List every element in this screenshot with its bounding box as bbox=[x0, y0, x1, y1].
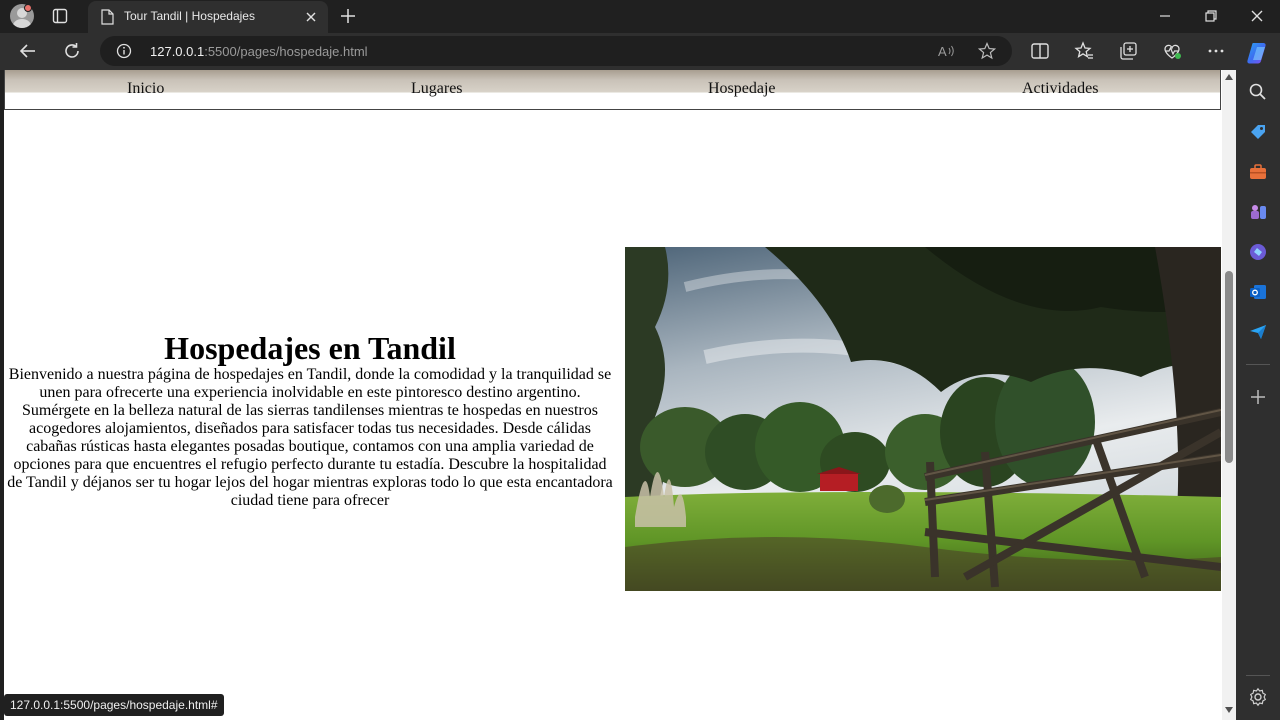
send-icon[interactable] bbox=[1248, 322, 1268, 342]
copilot-app-icon[interactable] bbox=[1248, 242, 1268, 262]
maximize-icon[interactable] bbox=[1203, 8, 1219, 24]
outlook-icon[interactable] bbox=[1248, 282, 1268, 302]
more-icon[interactable] bbox=[1206, 41, 1226, 61]
sidebar-divider bbox=[1246, 364, 1270, 365]
refresh-icon[interactable] bbox=[62, 41, 82, 61]
window-close-icon[interactable] bbox=[1249, 8, 1265, 24]
toolbox-icon[interactable] bbox=[1248, 162, 1268, 182]
edge-sidebar bbox=[1236, 33, 1280, 720]
favorites-icon[interactable] bbox=[1074, 41, 1094, 61]
collections-icon[interactable] bbox=[1118, 41, 1138, 61]
intro-paragraph: Bienvenido a nuestra página de hospedaje… bbox=[7, 366, 613, 509]
scroll-down-icon[interactable] bbox=[1224, 706, 1234, 714]
performance-icon[interactable] bbox=[1162, 41, 1182, 61]
page-title: Hospedajes en Tandil bbox=[164, 330, 456, 366]
svg-text:A: A bbox=[938, 44, 947, 59]
address-bar[interactable]: 127.0.0.1:5500/pages/hospedaje.html A bbox=[100, 36, 1012, 66]
favorite-icon[interactable] bbox=[978, 42, 996, 60]
scrollbar-thumb[interactable] bbox=[1225, 271, 1233, 463]
nav-link-inicio[interactable]: Inicio bbox=[127, 80, 164, 98]
close-icon[interactable] bbox=[304, 10, 318, 24]
tag-icon[interactable] bbox=[1248, 122, 1268, 142]
nav-link-lugares[interactable]: Lugares bbox=[411, 80, 463, 98]
active-tab[interactable]: Tour Tandil | Hospedajes bbox=[88, 1, 328, 33]
read-aloud-icon[interactable]: A bbox=[938, 43, 956, 59]
copilot-icon[interactable] bbox=[1245, 40, 1271, 66]
split-screen-icon[interactable] bbox=[1030, 41, 1050, 61]
nav-link-hospedaje[interactable]: Hospedaje bbox=[708, 80, 776, 98]
search-icon[interactable] bbox=[1248, 82, 1268, 102]
info-icon[interactable] bbox=[116, 43, 132, 59]
landscape-photo bbox=[625, 247, 1221, 591]
intro-section: Hospedajes en Tandil Bienvenido a nuestr… bbox=[4, 330, 616, 510]
tab-bar: Tour Tandil | Hospedajes bbox=[0, 0, 1280, 33]
scroll-up-icon[interactable] bbox=[1224, 73, 1234, 81]
page-viewport: Inicio Lugares Hospedaje Actividades Hos… bbox=[4, 70, 1236, 720]
url-text: 127.0.0.1:5500/pages/hospedaje.html bbox=[150, 44, 368, 59]
games-icon[interactable] bbox=[1248, 202, 1268, 222]
toolbar: 127.0.0.1:5500/pages/hospedaje.html A bbox=[0, 33, 1280, 70]
sidebar-divider bbox=[1246, 675, 1270, 676]
page-scrollbar[interactable] bbox=[1222, 70, 1236, 720]
minimize-icon[interactable] bbox=[1157, 8, 1173, 24]
status-bar-link: 127.0.0.1:5500/pages/hospedaje.html# bbox=[4, 694, 224, 716]
new-tab-icon[interactable] bbox=[340, 8, 356, 24]
back-icon[interactable] bbox=[18, 41, 38, 61]
settings-icon[interactable] bbox=[1248, 687, 1268, 707]
page-icon bbox=[101, 9, 114, 25]
add-icon[interactable] bbox=[1248, 387, 1268, 407]
site-nav: Inicio Lugares Hospedaje Actividades bbox=[4, 70, 1221, 110]
tab-actions-icon[interactable] bbox=[52, 8, 68, 24]
tab-title: Tour Tandil | Hospedajes bbox=[124, 9, 255, 23]
nav-link-actividades[interactable]: Actividades bbox=[1022, 80, 1098, 98]
